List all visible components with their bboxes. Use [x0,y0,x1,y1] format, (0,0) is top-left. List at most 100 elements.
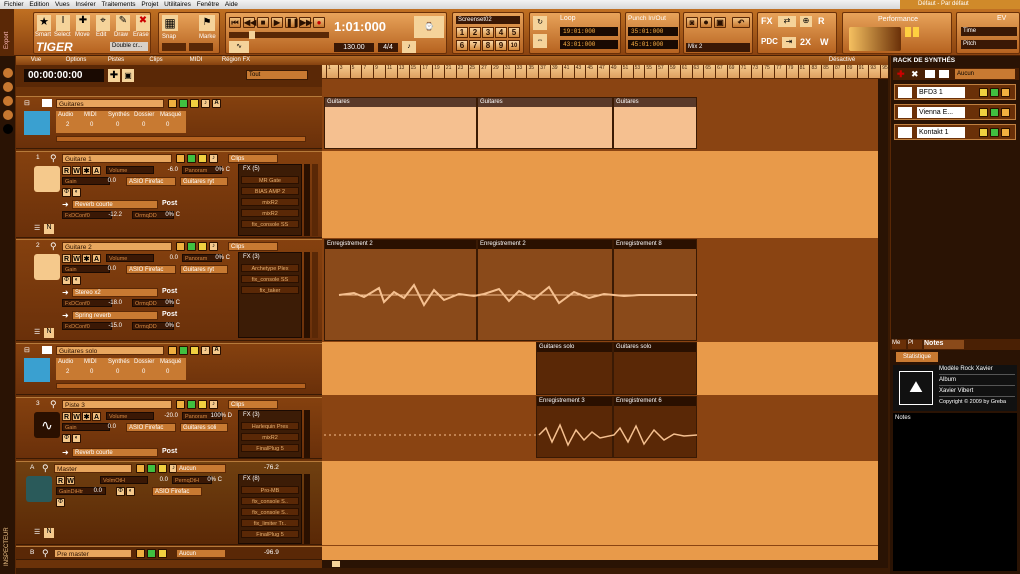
phase-icon[interactable]: Φ [116,487,125,496]
read-automation-button[interactable]: R [818,16,834,27]
track-solo-button[interactable] [198,154,207,163]
pan-value[interactable]: 0% C [198,476,222,484]
mix-lock-icon[interactable]: ▣ [714,17,726,28]
folder-clip[interactable]: Guitares solo [536,342,613,395]
send-level-value[interactable]: -15.0 [98,322,122,330]
gain-value[interactable]: 0.0 [100,265,116,273]
track-template-icon[interactable]: ▣ [122,69,134,82]
folder-a-button[interactable]: A [212,99,221,108]
folder-mute-button[interactable] [179,99,188,108]
track-guitare-1[interactable]: 1 ⚲ Guitare 1 ♪ Clips R W ✱ A Volume -6.… [16,151,322,238]
track-archive-button[interactable] [176,400,185,409]
fx-plugin[interactable]: fix_console S.. [241,497,299,505]
folder-name[interactable]: Guitares [56,99,164,108]
remove-synth-icon[interactable]: ✖ [911,69,919,80]
bus-output-select[interactable]: Aucun [176,464,226,473]
picture-icon[interactable]: ⛰ [899,371,933,405]
marks-value[interactable] [189,43,213,51]
master-lane[interactable] [322,461,878,545]
horizontal-scrollbar[interactable] [322,560,888,568]
record-button[interactable]: ● [313,17,325,28]
menu-clips[interactable]: Clips [136,56,176,65]
envelope-icon[interactable]: N [44,528,54,538]
smart-tool-icon[interactable]: ★ [37,15,51,31]
fx-plugin[interactable]: fix_taker [241,286,299,294]
bus-name[interactable]: Pre master [54,549,132,558]
folder-mute-button[interactable] [179,346,188,355]
synth-mute-button[interactable] [990,108,999,117]
bus-solo-button[interactable] [158,549,167,558]
automation-button[interactable]: A [92,254,101,263]
strip-btn-5[interactable] [3,124,13,134]
envelope-icon[interactable]: N [44,328,54,338]
send-post-button[interactable]: Post [162,288,177,295]
track-archive-button[interactable] [176,154,185,163]
position-slider[interactable] [229,31,329,39]
time-signature-field[interactable]: 4/4 [378,43,398,52]
synth-props-icon[interactable] [925,70,935,78]
fx-plugin[interactable]: fix_console SS [241,275,299,283]
synth-name[interactable]: BFD3 1 [917,87,965,98]
strip-btn-4[interactable] [3,110,13,120]
track-mute-button[interactable] [187,154,196,163]
time-counter[interactable]: 00:00:00:00 [24,69,104,82]
back-button[interactable]: ◀◀ [243,17,256,28]
forward-button[interactable]: ▶▶ [299,17,312,28]
fx-plugin[interactable]: MR Gate [241,176,299,184]
export-strip[interactable]: Export [0,9,14,56]
interleave-icon[interactable]: ◐ [126,487,135,496]
add-synth-icon[interactable]: ✚ [897,69,905,80]
fx-plugin[interactable]: BIAS AMP 2 [241,187,299,195]
menu-utilitaires[interactable]: Utilitaires [164,1,191,8]
menu-options[interactable]: Options [56,56,96,65]
send-post-button[interactable]: Post [162,448,177,455]
fx-toggle[interactable]: FX [761,16,773,26]
clips-select[interactable]: Clips [228,400,278,409]
clips-select[interactable]: Clips [228,154,278,163]
screenset-2-button[interactable]: 2 [469,27,481,38]
fx-bin[interactable]: FX (3) Archetype Plex fix_console SS fix… [238,252,302,338]
send-select[interactable]: Reverb courte [72,200,158,209]
track-speaker-icon[interactable]: ♪ [209,400,218,409]
fx-plugin[interactable]: mixR2 [241,198,299,206]
fx-plugin[interactable]: FinalPlug 5 [241,444,299,452]
record-arm-button[interactable]: R [62,254,71,263]
mix-recall-select[interactable]: Mix 2 [686,43,750,52]
folder-scroll[interactable] [56,136,306,142]
folder-scroll[interactable] [56,383,306,389]
track-menu-icon[interactable]: ☰ [34,328,40,336]
synth-freeze-button[interactable] [1001,88,1010,97]
album-field[interactable]: Album [939,377,1015,386]
folder-speaker-icon[interactable]: ♪ [201,346,210,355]
folder-collapse-icon[interactable]: ⊟ [24,346,32,354]
fx-auto-icon[interactable]: ⊕ [800,16,812,27]
record-arm-button[interactable]: R [56,476,65,485]
send-pan-value[interactable]: 0% C [156,211,180,219]
pause-button[interactable]: ❚❚ [285,17,299,28]
send-post-button[interactable]: Post [162,200,177,207]
folder-guitares[interactable]: ⊟ Guitares ♪ A Audio MIDI Synthés Dossie… [16,96,322,149]
screenset-1-button[interactable]: 1 [456,27,468,38]
bus-solo-button[interactable] [158,464,167,473]
pan-value[interactable]: 0% C [206,254,230,262]
folder-clip[interactable]: Guitares [324,97,477,149]
tool-mode-select[interactable]: Double cr... [110,42,148,51]
stop-button[interactable]: ■ [257,17,269,28]
folder-guitares-solo[interactable]: ⊟ Guitares solo ♪ A Audio MIDI Synthés D… [16,343,322,395]
output-select[interactable]: Guitares soli [180,423,228,432]
vertical-scrollbar[interactable] [878,79,888,560]
undo-icon[interactable]: ↶ [732,17,750,28]
track-filter-select[interactable]: Tout [246,70,308,80]
synth-freeze-button[interactable] [1001,108,1010,117]
synth-midi-button[interactable] [979,88,988,97]
track-guitare-2[interactable]: 2 ⚲ Guitare 2 ♪ Clips R W ✱ A Volume 0.0… [16,239,322,341]
envelope-icon[interactable]: N [44,224,54,234]
read-button[interactable]: W [72,412,81,421]
loop-fit-icon[interactable]: ⇔ [533,34,547,48]
screenset-10-button[interactable]: 10 [508,40,520,51]
erase-tool-icon[interactable]: ✖ [136,15,150,31]
screenset-9-button[interactable]: 9 [495,40,507,51]
marker-icon[interactable]: ⚑ [199,15,215,31]
phase-icon[interactable]: Φ [62,276,71,285]
add-track-icon[interactable]: ✚ [108,69,120,82]
